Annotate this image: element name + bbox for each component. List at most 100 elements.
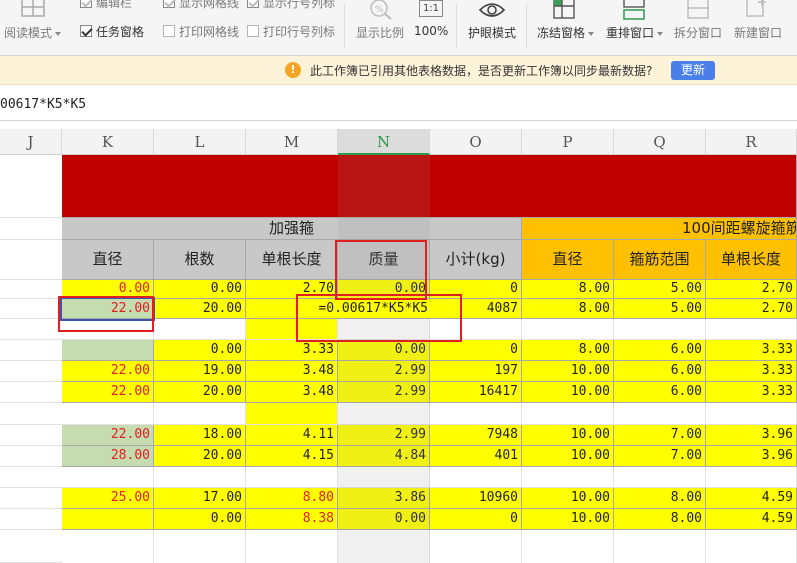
data-cell[interactable]: 22.00 <box>62 361 154 382</box>
column-title-cell[interactable]: 根数 <box>154 240 246 280</box>
data-cell[interactable] <box>62 403 154 425</box>
column-header-m[interactable]: M <box>246 129 338 155</box>
column-title-cell[interactable]: 质量 <box>338 240 430 280</box>
column-title-cell[interactable]: 直径 <box>62 240 154 280</box>
data-cell[interactable]: 0 <box>430 509 522 530</box>
data-cell[interactable] <box>62 340 154 361</box>
data-cell[interactable]: 22.00 <box>62 299 154 319</box>
data-cell[interactable]: 8.38 <box>246 509 338 530</box>
show-headers-checkbox[interactable] <box>247 0 259 8</box>
column-header-r[interactable]: R <box>706 129 797 155</box>
formula-bar[interactable]: 00617*K5*K5 <box>0 85 797 121</box>
data-cell[interactable]: 10.00 <box>522 382 614 403</box>
data-cell[interactable]: 0.00 <box>62 280 154 299</box>
rearrange-window-button[interactable]: 重排窗口 <box>606 24 664 41</box>
reading-mode-icon[interactable] <box>20 0 46 18</box>
data-cell[interactable]: 16417 <box>430 382 522 403</box>
data-cell[interactable] <box>246 319 338 340</box>
data-cell[interactable] <box>614 467 706 488</box>
data-cell[interactable]: 20.00 <box>154 299 246 319</box>
split-window-button[interactable]: 拆分窗口 <box>674 24 722 41</box>
data-cell[interactable] <box>522 319 614 340</box>
display-ratio-button[interactable]: 显示比例 <box>356 24 404 41</box>
column-header-q[interactable]: Q <box>614 129 706 155</box>
data-cell[interactable]: 3.33 <box>246 340 338 361</box>
data-cell[interactable]: 2.99 <box>338 425 430 446</box>
update-button[interactable]: 更新 <box>671 61 715 80</box>
data-cell[interactable]: 4.59 <box>706 509 797 530</box>
rearrange-window-icon[interactable] <box>622 0 646 20</box>
data-cell[interactable]: 7948 <box>430 425 522 446</box>
data-cell[interactable]: 10.00 <box>522 509 614 530</box>
data-cell[interactable]: 3.48 <box>246 361 338 382</box>
column-header-p[interactable]: P <box>522 129 614 155</box>
data-cell[interactable]: 8.00 <box>614 488 706 509</box>
new-window-icon[interactable] <box>744 0 768 20</box>
data-cell[interactable] <box>154 403 246 425</box>
column-header-l[interactable]: L <box>154 129 246 155</box>
data-cell[interactable]: 18.00 <box>154 425 246 446</box>
data-cell[interactable]: 3.96 <box>706 446 797 467</box>
zoom-magnifier-icon[interactable]: % <box>368 0 394 20</box>
zoom-100-icon[interactable]: 1:1 <box>419 0 443 17</box>
group-header-spiral-stirrup[interactable]: 100间距螺旋箍筋 <box>522 218 797 240</box>
data-cell[interactable] <box>614 403 706 425</box>
data-cell[interactable]: 0.00 <box>154 280 246 299</box>
data-cell[interactable]: 4087 <box>430 299 522 319</box>
column-header-n[interactable]: N <box>338 129 430 155</box>
column-title-cell[interactable]: 小计(kg) <box>430 240 522 280</box>
data-cell[interactable]: 10.00 <box>522 488 614 509</box>
data-cell[interactable] <box>522 467 614 488</box>
data-cell[interactable] <box>62 319 154 340</box>
data-cell[interactable]: 7.00 <box>614 425 706 446</box>
data-cell[interactable] <box>706 467 797 488</box>
data-cell[interactable] <box>62 467 154 488</box>
data-cell[interactable] <box>430 403 522 425</box>
data-cell[interactable]: 8.80 <box>246 488 338 509</box>
data-cell[interactable]: 20.00 <box>154 446 246 467</box>
data-cell[interactable]: 17.00 <box>154 488 246 509</box>
data-cell[interactable]: 3.33 <box>706 340 797 361</box>
title-banner-cell[interactable] <box>62 155 797 218</box>
data-cell[interactable]: 3.48 <box>246 382 338 403</box>
data-cell[interactable]: 4.11 <box>246 425 338 446</box>
data-cell[interactable]: 0 <box>430 340 522 361</box>
column-header-k[interactable]: K <box>62 129 154 155</box>
data-cell[interactable] <box>522 403 614 425</box>
data-cell[interactable]: 8.00 <box>522 280 614 299</box>
group-header-reinforcement-hoop[interactable]: 加强箍 <box>62 218 522 240</box>
data-cell[interactable]: 0.00 <box>338 509 430 530</box>
column-header-j[interactable]: J <box>0 129 62 155</box>
column-title-cell[interactable]: 直径 <box>522 240 614 280</box>
data-cell[interactable] <box>706 403 797 425</box>
data-cell[interactable]: 10.00 <box>522 425 614 446</box>
data-cell[interactable]: 2.99 <box>338 382 430 403</box>
eye-mode-button[interactable]: 护眼模式 <box>468 24 516 41</box>
data-cell[interactable]: 8.00 <box>522 340 614 361</box>
data-cell[interactable]: 3.86 <box>338 488 430 509</box>
data-cell[interactable]: 7.00 <box>614 446 706 467</box>
data-cell[interactable]: 0.00 <box>338 340 430 361</box>
data-cell[interactable] <box>338 319 430 340</box>
print-headers-checkbox[interactable] <box>247 25 259 37</box>
data-cell[interactable]: 10.00 <box>522 361 614 382</box>
data-cell[interactable] <box>706 319 797 340</box>
data-cell[interactable]: 3.33 <box>706 382 797 403</box>
data-cell[interactable]: 10960 <box>430 488 522 509</box>
data-cell[interactable] <box>246 467 338 488</box>
data-cell[interactable] <box>246 403 338 425</box>
data-cell[interactable]: 22.00 <box>62 382 154 403</box>
data-cell[interactable]: 6.00 <box>614 382 706 403</box>
column-title-cell[interactable]: 箍筋范围 <box>614 240 706 280</box>
column-title-cell[interactable]: 单根长度 <box>706 240 797 280</box>
data-cell[interactable]: 4.15 <box>246 446 338 467</box>
column-title-cell[interactable]: 单根长度 <box>246 240 338 280</box>
data-cell[interactable]: 197 <box>430 361 522 382</box>
data-cell[interactable]: 8.00 <box>522 299 614 319</box>
data-cell[interactable]: 3.96 <box>706 425 797 446</box>
data-cell[interactable] <box>154 467 246 488</box>
data-cell[interactable]: 4.59 <box>706 488 797 509</box>
column-header-o[interactable]: O <box>430 129 522 155</box>
data-cell[interactable]: 8.00 <box>614 509 706 530</box>
task-pane-checkbox[interactable] <box>80 25 92 37</box>
